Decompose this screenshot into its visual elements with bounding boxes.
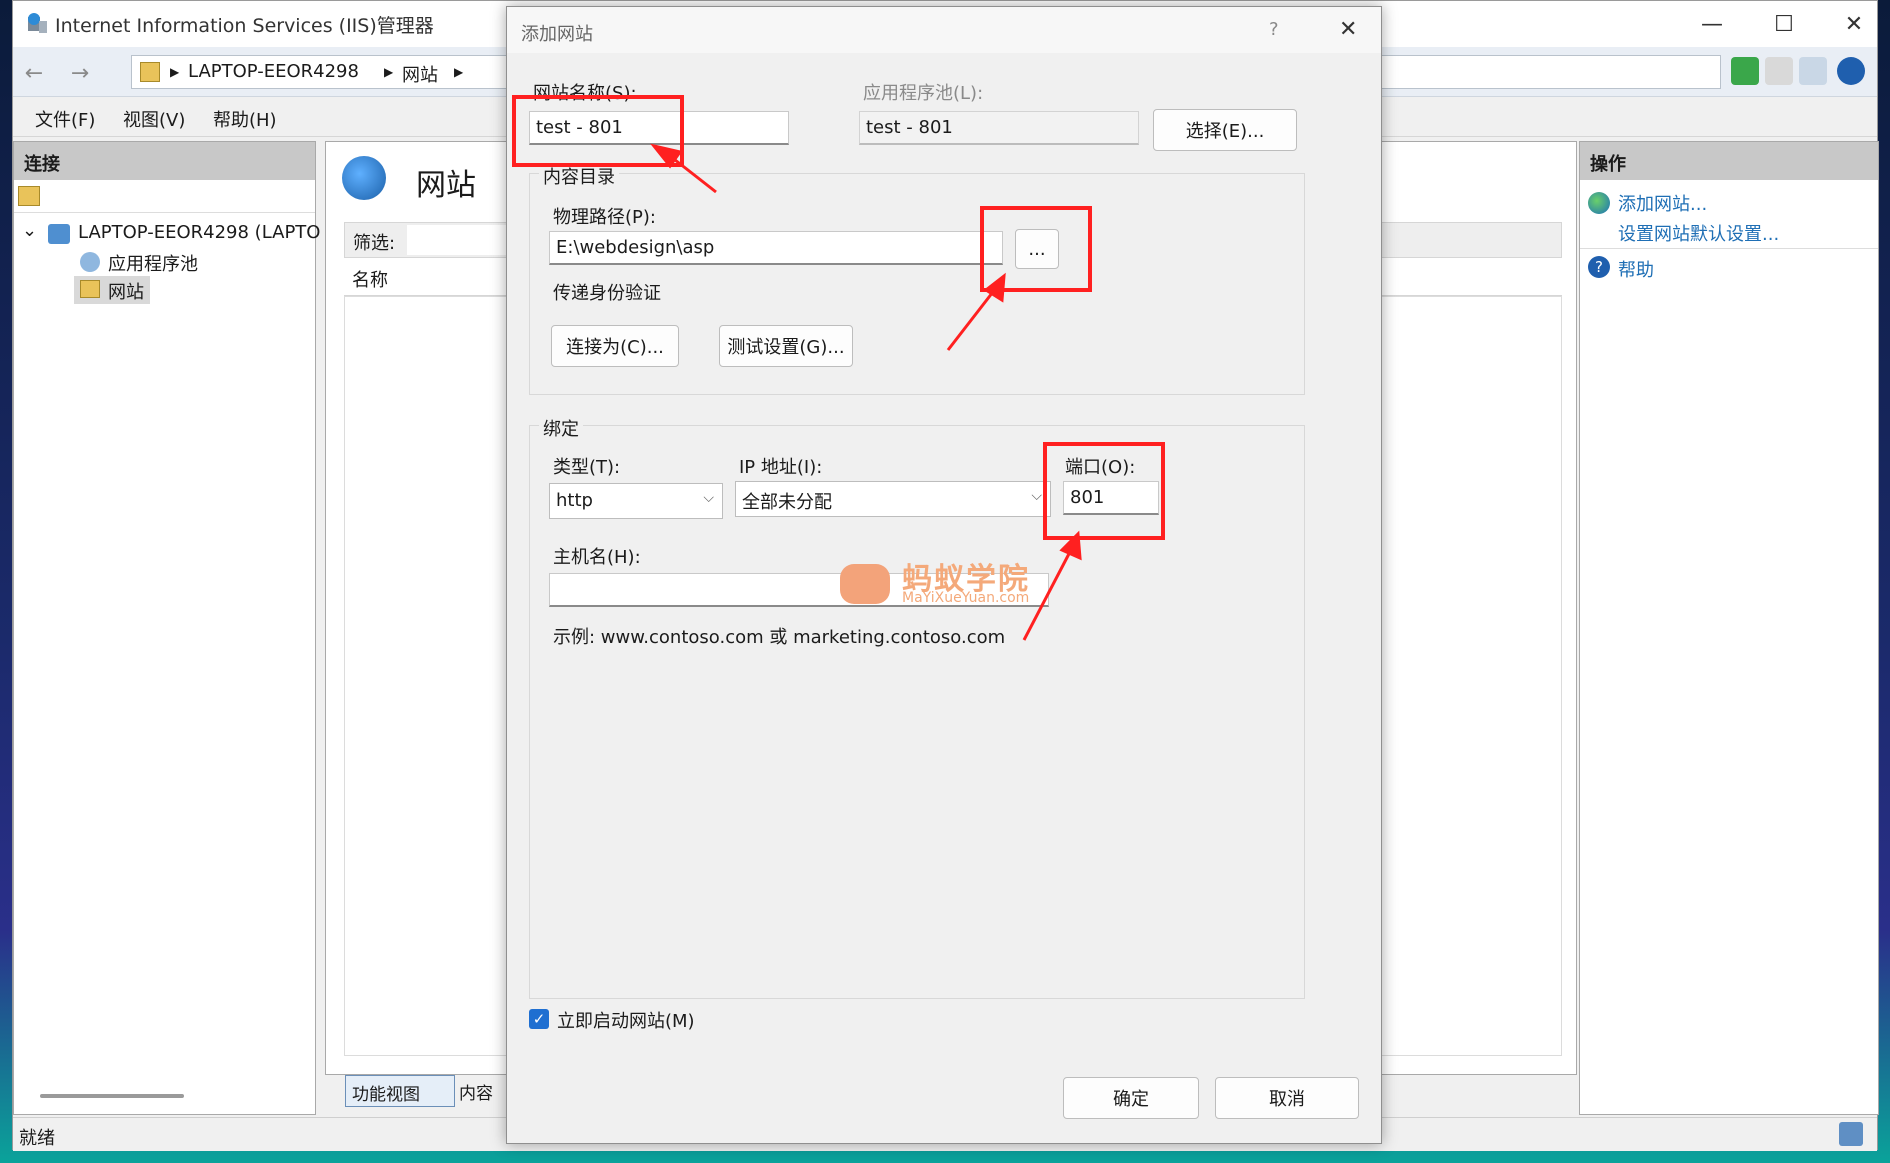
arrowhead — [650, 143, 683, 169]
arrow-to-browse — [946, 287, 998, 351]
annotation-arrows — [650, 143, 1082, 641]
arrow-to-port — [1022, 547, 1074, 641]
arrow-to-site-name — [669, 154, 717, 194]
arrowhead — [1059, 530, 1082, 561]
